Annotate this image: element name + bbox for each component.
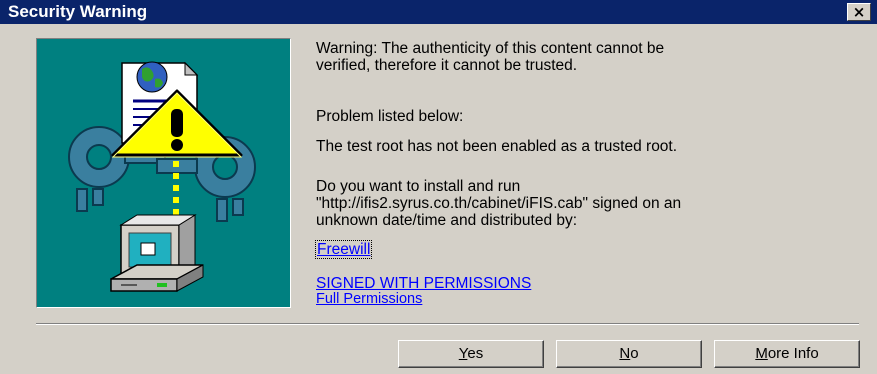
problem-heading: Problem listed below: (316, 108, 464, 125)
separator (36, 323, 859, 325)
no-mnemonic: N (619, 345, 631, 362)
more-label-rest: ore Info (767, 345, 819, 362)
globe-icon (136, 61, 168, 93)
no-label-rest: o (630, 345, 639, 362)
window-title: Security Warning (8, 2, 148, 21)
security-graphic-panel (36, 38, 291, 308)
security-illustration (68, 61, 256, 292)
yes-button[interactable]: Yes (398, 340, 544, 368)
more-info-button[interactable]: More Info (714, 340, 860, 368)
signed-permissions-link[interactable]: SIGNED WITH PERMISSIONS (316, 275, 531, 292)
no-button[interactable]: No (556, 340, 702, 368)
warning-text: Warning: The authenticity of this conten… (316, 40, 665, 74)
yes-label-rest: es (467, 345, 484, 362)
close-button[interactable]: × (847, 3, 871, 21)
problem-text: The test root has not been enabled as a … (316, 138, 678, 155)
more-mnemonic: M (755, 345, 768, 362)
full-permissions-link[interactable]: Full Permissions (316, 291, 422, 308)
title-bar: Security Warning × (0, 0, 877, 24)
publisher-link[interactable]: Freewill (314, 240, 373, 259)
security-warning-dialog: Security Warning × Warning: The authenti… (0, 0, 877, 374)
install-question: Do you want to install and run "http://i… (316, 178, 682, 229)
computer-icon (110, 214, 204, 292)
